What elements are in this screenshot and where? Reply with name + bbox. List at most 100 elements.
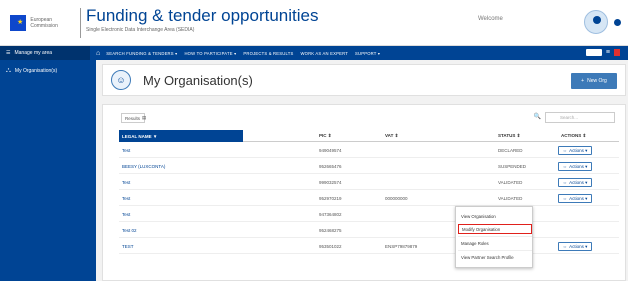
- table-row: Test 949049574 DECLARED ⇔ Actions ▾: [119, 143, 619, 158]
- pic-cell: 947364802: [319, 212, 342, 217]
- column-status[interactable]: STATUS ⇕: [495, 130, 520, 142]
- header-divider: [80, 8, 81, 38]
- menu-item-view-partner-search-profile[interactable]: View Partner Search Profile: [458, 252, 532, 262]
- sidebar: ⛬ My Organisation(s): [0, 60, 96, 281]
- nav-support[interactable]: SUPPORT ▾: [355, 51, 380, 56]
- table-row: Test 999032574 VALIDATED ⇔ Actions ▾: [119, 175, 619, 190]
- nav-right-tools: ≡: [585, 49, 620, 56]
- vat-cell: [382, 207, 385, 222]
- actions-icon: ⇔: [562, 164, 568, 169]
- actions-button[interactable]: ⇔ Actions ▾: [558, 162, 592, 171]
- menu-divider: [458, 250, 532, 251]
- status-cell: VALIDATED: [498, 180, 523, 185]
- nav-work-as-expert[interactable]: WORK AS AN EXPERT: [300, 51, 348, 56]
- legal-name-cell[interactable]: Test: [119, 175, 130, 190]
- app-subtitle: Single Electronic Data Interchange Area …: [86, 27, 195, 33]
- vat-cell: ENSP79879879: [385, 244, 418, 249]
- actions-label: Actions ▾: [569, 195, 588, 201]
- vat-cell: [382, 159, 385, 174]
- new-org-label: New Org: [587, 78, 607, 84]
- vat-cell: [382, 143, 385, 158]
- actions-button[interactable]: ⇔ Actions ▾: [558, 146, 592, 155]
- table-row: TEST 953501022 ENSP79879879 SUSPENDED ⇔A…: [119, 239, 619, 254]
- vat-cell: 000000000: [385, 196, 408, 201]
- pic-cell: 949049574: [319, 148, 342, 153]
- legal-name-cell[interactable]: Test: [119, 207, 130, 222]
- column-vat[interactable]: VAT ⇕: [382, 130, 398, 142]
- nav-projects-results[interactable]: PROJECTS & RESULTS: [243, 51, 293, 56]
- page-title: My Organisation(s): [143, 73, 253, 88]
- search-icon: 🔍: [533, 114, 541, 120]
- alert-icon[interactable]: [614, 49, 620, 56]
- actions-label: Actions ▾: [569, 147, 588, 153]
- menu-item-manage-roles[interactable]: Manage Roles: [458, 238, 532, 248]
- status-cell: VALIDATED: [498, 196, 523, 201]
- search-input[interactable]: Search...: [545, 112, 615, 123]
- pic-cell: 953501022: [319, 244, 342, 249]
- legal-name-cell[interactable]: Test: [119, 191, 130, 206]
- actions-button[interactable]: ⇔ Actions ▾: [558, 178, 592, 187]
- new-org-button[interactable]: + New Org: [571, 73, 617, 89]
- pic-cell: 952468275: [319, 228, 342, 233]
- actions-icon: ⇔: [562, 148, 568, 153]
- actions-button[interactable]: ⇔ Actions ▾: [558, 194, 592, 203]
- dropdown-icon: ▤: [142, 115, 147, 120]
- language-selector[interactable]: [585, 49, 602, 56]
- nav-how-to-participate[interactable]: HOW TO PARTICIPATE ▾: [184, 51, 236, 56]
- sidebar-item-label: My Organisation(s): [14, 68, 58, 74]
- actions-button[interactable]: ⇔ Actions ▾: [558, 242, 592, 251]
- actions-label: Actions ▾: [569, 243, 588, 249]
- nav-search-funding[interactable]: SEARCH FUNDING & TENDERS ▾: [106, 51, 177, 56]
- actions-dropdown-menu: View Organisation Modify Organisation Ma…: [455, 206, 533, 268]
- main-navbar: ☰ Manage my area ⌂ SEARCH FUNDING & TEND…: [0, 46, 628, 60]
- table-header: LEGAL NAME ▼ PIC ⇕ VAT ⇕ STATUS ⇕ ACTION…: [119, 130, 619, 142]
- table-row: BEESY (LUXCONTA) 952665476 SUSPENDED ⇔ Ac…: [119, 159, 619, 174]
- user-avatar-icon[interactable]: [584, 10, 608, 34]
- app-title[interactable]: Funding & tender opportunities: [86, 6, 319, 26]
- actions-label: Actions ▾: [569, 179, 588, 185]
- plus-icon: +: [581, 78, 585, 84]
- welcome-text: Welcome: [478, 16, 503, 22]
- org-chart-icon: ⛬: [6, 67, 11, 74]
- menu-divider: [458, 236, 532, 237]
- results-label: Results: [125, 115, 141, 121]
- legal-name-cell[interactable]: Test: [119, 143, 130, 158]
- organisations-table-card: Results ▤ 🔍 Search... LEGAL NAME ▼ PIC ⇕…: [102, 104, 626, 281]
- manage-my-area[interactable]: ☰ Manage my area: [0, 46, 90, 60]
- pic-cell: 952970219: [319, 196, 342, 201]
- column-legal-name[interactable]: LEGAL NAME ▼: [119, 130, 243, 142]
- notification-dot-icon[interactable]: [614, 19, 621, 26]
- page-header-card: ☺ My Organisation(s) + New Org: [102, 64, 626, 96]
- pic-cell: 952665476: [319, 164, 342, 169]
- pic-cell: 999032574: [319, 180, 342, 185]
- table-row: Test 02 952468275 SUSPENDED: [119, 223, 619, 238]
- top-header: European Commission Funding & tender opp…: [0, 0, 628, 46]
- table-row: Test 952970219 000000000 VALIDATED ⇔ Acti…: [119, 191, 619, 206]
- sidebar-item-my-organisations[interactable]: ⛬ My Organisation(s): [0, 60, 96, 82]
- results-per-page-select[interactable]: Results ▤: [121, 113, 147, 123]
- vat-cell: [382, 175, 385, 190]
- actions-icon: ⇔: [562, 196, 568, 201]
- menu-icon[interactable]: ≡: [606, 49, 610, 56]
- actions-label: Actions ▾: [569, 163, 588, 169]
- table-row: Test 947364802 SUSPENDED: [119, 207, 619, 222]
- actions-icon: ⇔: [562, 244, 568, 249]
- vat-cell: [382, 223, 385, 238]
- eu-logo-text: European Commission: [30, 17, 58, 29]
- hamburger-icon: ☰: [6, 50, 11, 56]
- menu-item-modify-organisation[interactable]: Modify Organisation: [458, 224, 532, 234]
- legal-name-cell[interactable]: BEESY (LUXCONTA): [119, 159, 165, 174]
- organisation-icon: ☺: [111, 70, 131, 90]
- actions-icon: ⇔: [562, 180, 568, 185]
- legal-name-cell[interactable]: TEST: [119, 239, 134, 254]
- column-actions[interactable]: ACTIONS ⇕: [558, 130, 586, 142]
- menu-item-view-organisation[interactable]: View Organisation: [458, 211, 532, 221]
- column-pic[interactable]: PIC ⇕: [316, 130, 332, 142]
- status-cell: DECLARED: [498, 148, 523, 153]
- legal-name-cell[interactable]: Test 02: [119, 223, 137, 238]
- status-cell: SUSPENDED: [498, 164, 527, 169]
- eu-logo[interactable]: European Commission: [10, 9, 68, 37]
- manage-my-area-label: Manage my area: [14, 50, 53, 56]
- main-content: ☺ My Organisation(s) + New Org Results ▤…: [96, 60, 628, 281]
- home-icon[interactable]: ⌂: [96, 50, 100, 57]
